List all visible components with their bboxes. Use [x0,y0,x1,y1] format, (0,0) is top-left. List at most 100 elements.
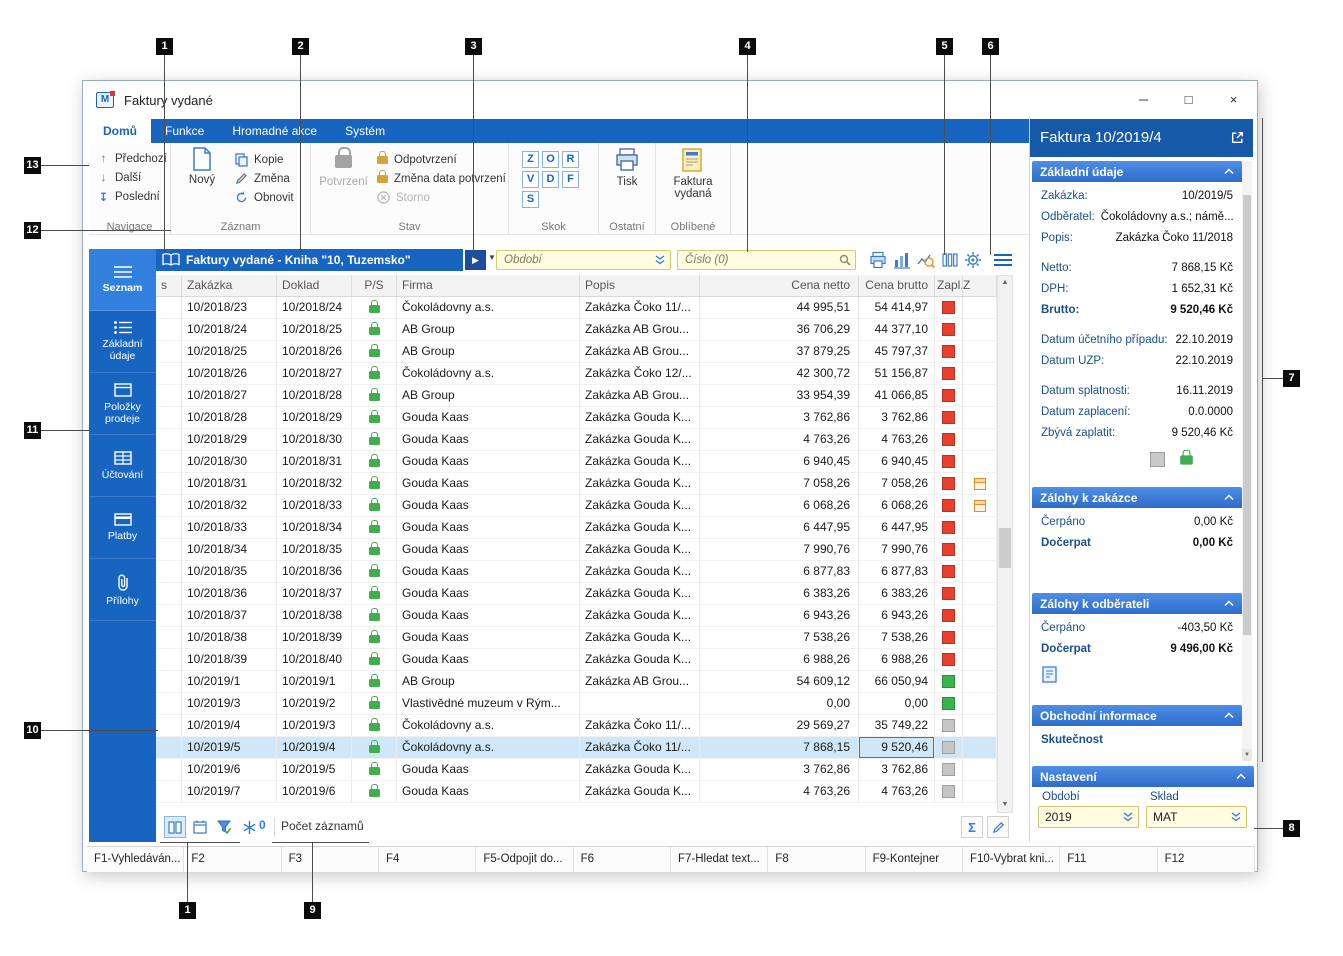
double-chevron-icon[interactable] [1122,811,1134,823]
chevron-up-icon[interactable] [1224,168,1234,175]
fkey-cell[interactable]: F5-Odpojit do... [476,847,573,872]
table-scrollbar[interactable]: ▲ ▼ [997,275,1013,813]
view-columns-button[interactable] [164,816,186,838]
chevron-down-icon[interactable]: ▼ [488,253,496,262]
fkey-cell[interactable]: F3 [282,847,379,872]
double-chevron-icon[interactable] [654,254,666,266]
scroll-up-icon[interactable]: ▲ [998,276,1012,290]
scrollbar-thumb[interactable] [1243,195,1251,635]
period-filter-input[interactable]: Období [496,250,671,270]
hamburger-menu-icon[interactable] [994,251,1012,269]
scroll-down-icon[interactable]: ▼ [998,798,1012,812]
skok-letter-button[interactable]: Z [522,151,539,168]
fkey-cell[interactable]: F10-Vybrat kni... [963,847,1060,872]
table-row[interactable]: 10/2018/24 10/2018/25 AB Group Zakázka A… [156,319,997,341]
table-row[interactable]: 10/2018/39 10/2018/40 Gouda Kaas Zakázka… [156,649,997,671]
fkey-cell[interactable]: F8 [768,847,865,872]
popout-icon[interactable] [1230,130,1245,145]
edit-cell-button[interactable] [987,816,1009,838]
col-header-cena-netto[interactable]: Cena netto [700,275,859,296]
calendar-button[interactable] [189,816,211,838]
chevron-up-icon[interactable] [1224,712,1234,719]
tab-hromadne-akce[interactable]: Hromadné akce [218,119,331,143]
table-row[interactable]: 10/2019/6 10/2019/5 Gouda Kaas Zakázka G… [156,759,997,781]
record-count-label[interactable]: Počet záznamů [281,819,364,833]
sidebar-item-platby[interactable]: Platby [89,497,156,559]
fkey-cell[interactable]: F2 [184,847,281,872]
scroll-down-icon[interactable]: ▼ [1242,749,1252,761]
table-row[interactable]: 10/2018/35 10/2018/36 Gouda Kaas Zakázka… [156,561,997,583]
skok-letter-button[interactable]: O [542,151,559,168]
double-chevron-icon[interactable] [1230,811,1242,823]
panel-scrollbar[interactable]: ▼ [1242,161,1252,761]
table-row[interactable]: 10/2019/1 10/2019/1 AB Group Zakázka AB … [156,671,997,693]
freeze-button[interactable] [238,816,260,838]
number-search-input[interactable]: Číslo (0) [677,250,856,270]
close-button[interactable]: × [1211,81,1256,119]
col-header-z[interactable]: Z [963,275,997,296]
table-row[interactable]: 10/2019/3 10/2019/2 Vlastivědné muzeum v… [156,693,997,715]
note-icon[interactable] [1042,666,1057,683]
fkey-cell[interactable]: F12 [1158,847,1255,872]
table-row[interactable]: 10/2018/30 10/2018/31 Gouda Kaas Zakázka… [156,451,997,473]
skok-letter-button[interactable]: V [522,171,539,188]
sidebar-item-prilohy[interactable]: Přílohy [89,559,156,621]
period-select[interactable]: 2019 [1038,806,1139,828]
tab-domu[interactable]: Domů [89,119,151,143]
sidebar-item-polozky-prodeje[interactable]: Položky prodeje [89,373,156,435]
previous-record-button[interactable]: ↑ Předchozí [89,149,170,168]
table-row[interactable]: 10/2019/4 10/2019/3 Čokoládovny a.s. Zak… [156,715,997,737]
scrollbar-thumb[interactable] [999,528,1011,568]
col-header-zakazka[interactable]: Zakázka [182,275,277,296]
copy-button[interactable]: Kopie [235,150,294,169]
faktura-vydana-button[interactable]: Faktura vydaná [661,147,725,200]
book-title-bar[interactable]: Faktury vydané - Kniha "10, Tuzemsko" [156,249,463,271]
col-header-cena-brutto[interactable]: Cena brutto [859,275,935,296]
fkey-cell[interactable]: F4 [379,847,476,872]
tab-funkce[interactable]: Funkce [151,119,218,143]
chevron-up-icon[interactable] [1224,600,1234,607]
minimize-button[interactable]: ─ [1121,81,1166,119]
col-header-popis[interactable]: Popis [580,275,700,296]
fkey-cell[interactable]: F9-Kontejner [866,847,963,872]
sidebar-item-uctovani[interactable]: Účtování [89,435,156,497]
section-header[interactable]: Obchodní informace [1032,705,1242,726]
last-record-button[interactable]: ↧ Poslední [89,187,170,206]
edit-button[interactable]: Změna [235,169,294,188]
table-row[interactable]: 10/2018/31 10/2018/32 Gouda Kaas Zakázka… [156,473,997,495]
table-row[interactable]: 10/2018/32 10/2018/33 Gouda Kaas Zakázka… [156,495,997,517]
filter-button[interactable] [213,816,235,838]
skok-letter-button[interactable]: S [522,191,539,208]
refresh-button[interactable]: Obnovit [235,188,294,207]
skok-letter-button[interactable]: D [542,171,559,188]
chart-icon[interactable] [893,251,911,269]
sum-button[interactable]: Σ [961,816,983,838]
col-header-firma[interactable]: Firma [397,275,580,296]
table-row[interactable]: 10/2018/28 10/2018/29 Gouda Kaas Zakázka… [156,407,997,429]
table-row[interactable]: 10/2018/38 10/2018/39 Gouda Kaas Zakázka… [156,627,997,649]
maximize-button[interactable]: □ [1166,81,1211,119]
skok-letter-button[interactable]: F [562,171,579,188]
fkey-cell[interactable]: F1-Vyhledáván... [87,847,184,872]
table-row[interactable]: 10/2018/27 10/2018/28 AB Group Zakázka A… [156,385,997,407]
chevron-up-icon[interactable] [1236,773,1246,780]
fkey-cell[interactable]: F6 [574,847,671,872]
storno-button[interactable]: Storno [377,188,506,207]
table-row[interactable]: 10/2019/7 10/2019/6 Gouda Kaas Zakázka G… [156,781,997,803]
table-row[interactable]: 10/2018/26 10/2018/27 Čokoládovny a.s. Z… [156,363,997,385]
skok-letter-button[interactable]: R [562,151,579,168]
chevron-up-icon[interactable] [1224,494,1234,501]
gear-icon[interactable] [964,251,982,269]
print-icon[interactable] [869,251,887,269]
section-header[interactable]: Nastavení [1032,766,1254,787]
sidebar-item-seznam[interactable]: Seznam [89,249,156,311]
table-row[interactable]: 10/2019/5 10/2019/4 Čokoládovny a.s. Zak… [156,737,997,759]
table-row[interactable]: 10/2018/23 10/2018/24 Čokoládovny a.s. Z… [156,297,997,319]
sidebar-item-zakladni-udaje[interactable]: Základní údaje [89,311,156,373]
table-row[interactable]: 10/2018/25 10/2018/26 AB Group Zakázka A… [156,341,997,363]
col-header-s[interactable]: s [156,275,182,296]
search-icon[interactable] [839,254,851,266]
confirm-button[interactable]: Potvrzení [316,147,371,188]
col-header-ps[interactable]: P/S [352,275,397,296]
fkey-cell[interactable]: F7-Hledat text... [671,847,768,872]
